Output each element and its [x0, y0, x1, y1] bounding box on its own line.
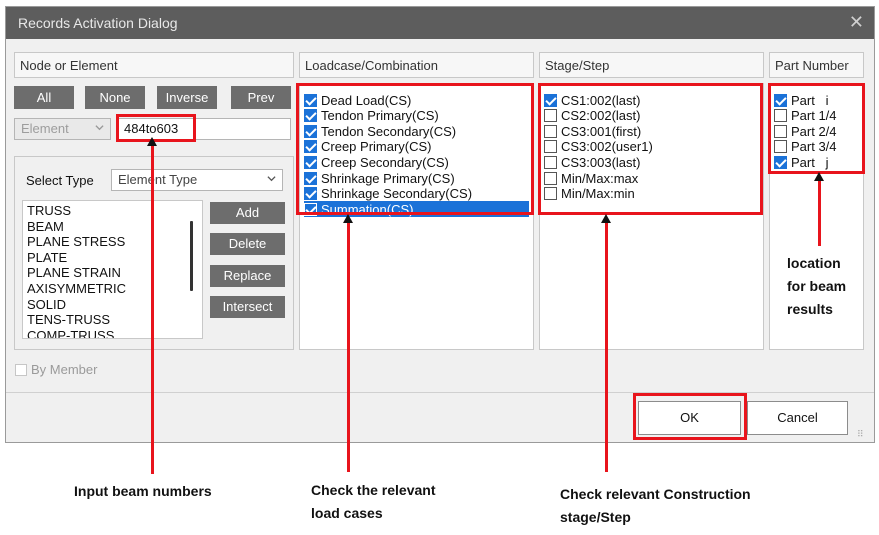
element-type-item[interactable]: SOLID: [27, 297, 202, 313]
select-type-value: Element Type: [118, 172, 198, 187]
resize-grip-icon[interactable]: ⠿: [857, 430, 864, 439]
note-load-cases: Check the relevant load cases: [311, 479, 436, 525]
chevron-down-icon: [95, 123, 104, 132]
none-button[interactable]: None: [85, 86, 145, 109]
element-type-item[interactable]: PLANE STRAIN: [27, 265, 202, 281]
note-location: location for beam results: [787, 252, 846, 321]
node-element-header: Node or Element: [14, 52, 294, 78]
list-scrollbar-thumb[interactable]: [190, 221, 193, 291]
element-type-item[interactable]: BEAM: [27, 219, 202, 235]
node-element-type-value: Element: [21, 121, 69, 136]
delete-button[interactable]: Delete: [210, 233, 285, 255]
note-stage: Check relevant Construction stage/Step: [560, 483, 751, 529]
arrow-line-stage: [605, 222, 608, 472]
arrow-line-part: [818, 180, 821, 246]
highlight-loadcase-box: [296, 83, 534, 215]
note-stage-line2: stage/Step: [560, 509, 631, 525]
highlight-ok-box: [633, 393, 747, 440]
by-member-box: [15, 363, 27, 376]
loadcase-header: Loadcase/Combination: [299, 52, 534, 78]
note-location-line2: for beam: [787, 278, 847, 294]
arrow-line-loadcase: [347, 222, 350, 472]
dialog-title: Records Activation Dialog: [18, 15, 178, 31]
highlight-part-box: [768, 83, 865, 174]
select-type-dropdown[interactable]: Element Type: [111, 169, 283, 191]
stage-header: Stage/Step: [539, 52, 764, 78]
element-type-item[interactable]: PLATE: [27, 250, 202, 266]
element-type-item[interactable]: TRUSS: [27, 203, 202, 219]
arrow-head-stage: [601, 214, 611, 223]
all-button[interactable]: All: [14, 86, 74, 109]
note-location-line3: results: [787, 301, 833, 317]
node-element-type-select[interactable]: Element: [14, 118, 111, 140]
element-type-item[interactable]: COMP-TRUSS: [27, 328, 202, 338]
highlight-stage-box: [538, 83, 763, 215]
note-load-cases-line1: Check the relevant: [311, 482, 436, 498]
close-icon[interactable]: ✕: [849, 12, 864, 33]
note-input-beam-numbers: Input beam numbers: [74, 483, 212, 499]
replace-button[interactable]: Replace: [210, 265, 285, 287]
select-type-panel: Select Type Element Type TRUSS BEAM PLANE …: [14, 156, 294, 350]
element-type-item[interactable]: PLANE STRESS: [27, 234, 202, 250]
add-button[interactable]: Add: [210, 202, 285, 224]
element-type-item[interactable]: AXISYMMETRIC: [27, 281, 202, 297]
title-bar: Records Activation Dialog ✕: [6, 7, 874, 39]
intersect-button[interactable]: Intersect: [210, 296, 285, 318]
arrow-head-part: [814, 172, 824, 181]
by-member-label: By Member: [31, 362, 98, 377]
cancel-button[interactable]: Cancel: [747, 401, 848, 435]
note-stage-line1: Check relevant Construction: [560, 486, 751, 502]
arrow-head-input: [147, 137, 157, 146]
element-type-list[interactable]: TRUSS BEAM PLANE STRESS PLATE PLANE STRAIN AX…: [22, 200, 203, 339]
by-member-checkbox[interactable]: By Member: [15, 362, 97, 377]
inverse-button[interactable]: Inverse: [157, 86, 217, 109]
element-type-item[interactable]: TENS-TRUSS: [27, 312, 202, 328]
arrow-head-loadcase: [343, 214, 353, 223]
select-type-label: Select Type: [26, 173, 94, 188]
note-location-line1: location: [787, 255, 841, 271]
prev-button[interactable]: Prev: [231, 86, 291, 109]
records-activation-dialog: Records Activation Dialog ✕ Node or Elem…: [5, 6, 875, 443]
part-number-header: Part Number: [769, 52, 864, 78]
arrow-line-input: [151, 145, 154, 474]
note-load-cases-line2: load cases: [311, 505, 383, 521]
chevron-down-icon: [267, 174, 276, 183]
